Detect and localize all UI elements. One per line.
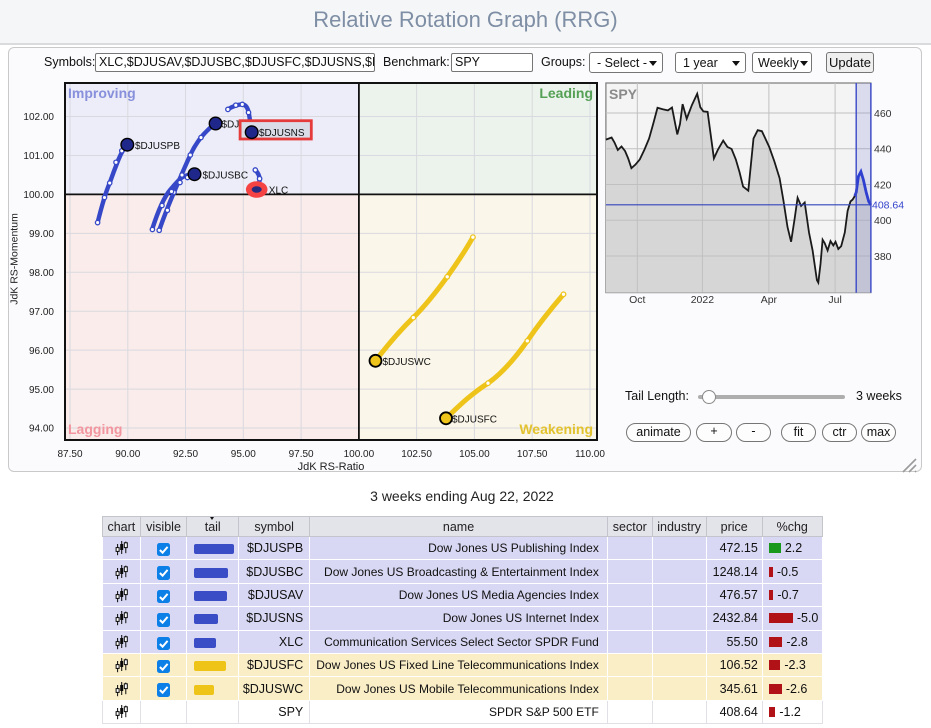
svg-text:110.00: 110.00: [575, 449, 605, 460]
svg-text:$DJUSBC: $DJUSBC: [203, 171, 249, 182]
svg-text:87.50: 87.50: [57, 449, 82, 460]
svg-text:$DJUSFC: $DJUSFC: [452, 414, 497, 425]
svg-text:Lagging: Lagging: [68, 421, 122, 437]
svg-text:440: 440: [874, 144, 892, 156]
svg-text:107.50: 107.50: [517, 449, 548, 460]
svg-text:460: 460: [874, 108, 892, 120]
svg-text:Oct: Oct: [629, 294, 645, 306]
svg-text:Jul: Jul: [828, 294, 841, 306]
svg-text:XLC: XLC: [269, 185, 288, 196]
svg-text:94.00: 94.00: [29, 424, 54, 435]
svg-text:98.00: 98.00: [29, 268, 54, 279]
svg-text:99.00: 99.00: [29, 229, 54, 240]
svg-text:$DJUSNS: $DJUSNS: [259, 128, 305, 139]
svg-text:SPY: SPY: [609, 86, 638, 102]
svg-text:420: 420: [874, 180, 892, 192]
svg-text:101.00: 101.00: [23, 151, 54, 162]
svg-text:2022: 2022: [691, 294, 715, 306]
svg-text:102.50: 102.50: [401, 449, 432, 460]
svg-text:380: 380: [874, 251, 892, 263]
svg-text:90.00: 90.00: [115, 449, 140, 460]
svg-text:100.00: 100.00: [344, 449, 375, 460]
svg-text:Weakening: Weakening: [519, 421, 593, 437]
svg-text:96.00: 96.00: [29, 346, 54, 357]
svg-text:$DJUSWC: $DJUSWC: [383, 357, 431, 368]
svg-text:100.00: 100.00: [23, 190, 54, 201]
svg-text:102.00: 102.00: [23, 112, 54, 123]
svg-text:400: 400: [874, 215, 892, 227]
svg-text:92.50: 92.50: [173, 449, 198, 460]
svg-text:Apr: Apr: [761, 294, 778, 306]
svg-text:95.00: 95.00: [231, 449, 256, 460]
svg-text:97.50: 97.50: [289, 449, 314, 460]
svg-text:105.00: 105.00: [459, 449, 490, 460]
svg-text:95.00: 95.00: [29, 385, 54, 396]
svg-text:JdK RS-Ratio: JdK RS-Ratio: [298, 461, 365, 473]
svg-text:JdK RS-Momentum: JdK RS-Momentum: [9, 213, 21, 305]
svg-text:Improving: Improving: [68, 85, 136, 101]
svg-text:408.64: 408.64: [872, 200, 904, 212]
svg-text:Leading: Leading: [539, 85, 593, 101]
svg-text:$DJUSPB: $DJUSPB: [135, 141, 180, 152]
svg-text:97.00: 97.00: [29, 307, 54, 318]
